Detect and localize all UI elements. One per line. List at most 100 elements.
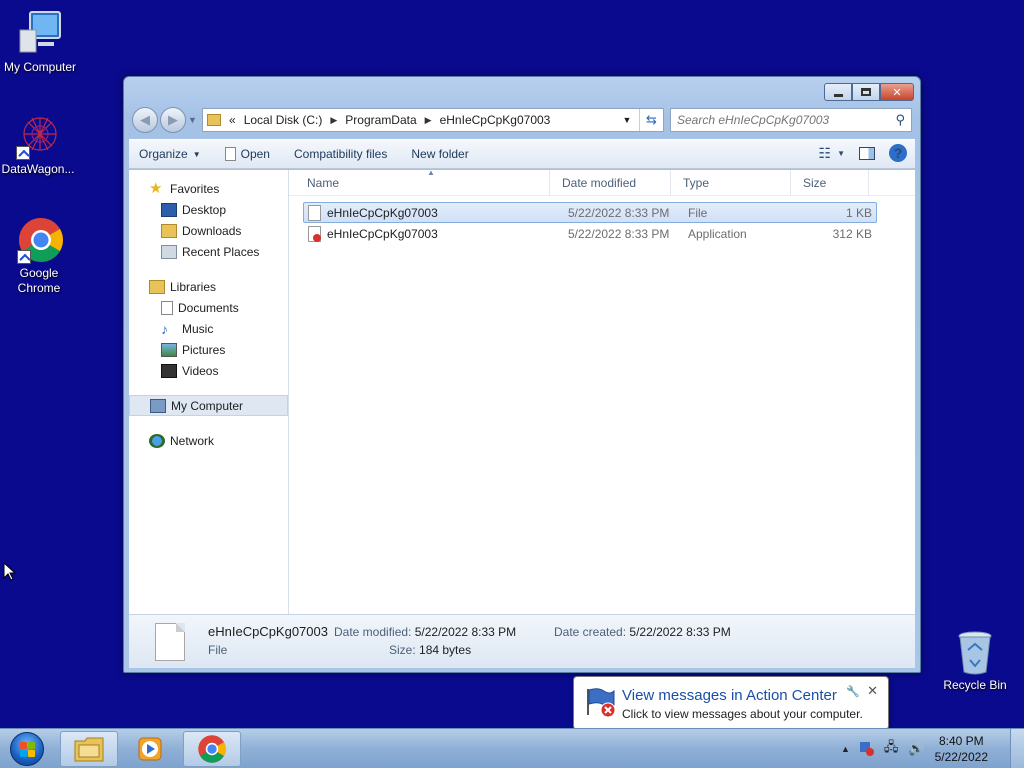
notification-close-button[interactable]: ✕ <box>867 683 878 699</box>
videos-icon <box>161 363 177 378</box>
nav-downloads[interactable]: Downloads <box>129 220 288 241</box>
chevron-down-icon: ▼ <box>188 115 197 125</box>
column-date-modified[interactable]: Date modified <box>550 169 671 196</box>
details-pane: eHnIeCpCpKg07003 File Date modified: 5/2… <box>129 614 915 668</box>
chrome-icon <box>198 735 226 763</box>
search-input[interactable] <box>677 113 896 127</box>
forward-arrow-icon: ▶ <box>168 112 178 127</box>
nav-label: Desktop <box>182 202 227 217</box>
desktop-icon-label: DataWagon... <box>1 162 75 176</box>
column-type[interactable]: Type <box>671 169 791 196</box>
file-name-cell: eHnIeCpCpKg07003 <box>304 225 564 242</box>
windows-logo-icon <box>10 732 44 766</box>
file-size: 1 KB <box>845 205 872 220</box>
help-icon[interactable]: ? <box>889 144 907 162</box>
file-name: eHnIeCpCpKg07003 <box>327 226 438 241</box>
nav-favorites[interactable]: ★ Favorites <box>129 178 288 199</box>
nav-label: Favorites <box>170 181 220 196</box>
open-label: Open <box>240 147 270 161</box>
notification-title[interactable]: View messages in Action Center <box>622 687 837 704</box>
start-button[interactable] <box>4 730 50 768</box>
nav-label: Libraries <box>170 279 217 294</box>
search-box[interactable]: ⚲ <box>670 108 912 132</box>
nav-my-computer[interactable]: My Computer <box>129 395 288 416</box>
address-dropdown-button[interactable]: ▼ <box>619 109 635 131</box>
desktop-icon-my-computer[interactable]: My Computer <box>0 10 80 75</box>
column-size[interactable]: Size <box>791 169 869 196</box>
breadcrumb-overflow[interactable]: « <box>229 113 236 127</box>
mouse-cursor-icon <box>3 562 17 581</box>
clock-date: 5/22/2022 <box>934 750 988 764</box>
network-icon[interactable]: 🖧 <box>884 738 899 760</box>
libraries-group: Libraries Documents ♪ Music Pictures Vid… <box>129 276 288 381</box>
maximize-button[interactable] <box>852 83 880 101</box>
computer-group: My Computer <box>129 395 288 416</box>
nav-music[interactable]: ♪ Music <box>129 318 288 339</box>
minimize-button[interactable] <box>824 83 852 101</box>
organize-button[interactable]: Organize ▼ <box>139 147 201 161</box>
show-desktop-button[interactable] <box>1010 729 1024 768</box>
nav-documents[interactable]: Documents <box>129 297 288 318</box>
nav-recent-places[interactable]: Recent Places <box>129 241 288 262</box>
shortcut-arrow-icon <box>17 250 31 264</box>
computer-icon <box>150 398 166 413</box>
organize-label: Organize <box>139 147 188 161</box>
taskbar-explorer[interactable] <box>60 731 118 767</box>
breadcrumb-programdata[interactable]: ProgramData <box>345 113 416 127</box>
forward-button[interactable]: ▶ <box>160 107 186 133</box>
compatibility-files-button[interactable]: Compatibility files <box>294 147 387 161</box>
taskbar-chrome[interactable] <box>183 731 241 767</box>
documents-icon <box>161 300 173 315</box>
chrome-icon <box>15 216 63 264</box>
desktop-icon-recycle-bin[interactable]: Recycle Bin <box>935 630 1015 693</box>
desktop-icon-label: Recycle Bin <box>943 678 1007 692</box>
nav-pictures[interactable]: Pictures <box>129 339 288 360</box>
back-button[interactable]: ◀ <box>132 107 158 133</box>
recent-pages-dropdown[interactable]: ▼ <box>188 115 198 125</box>
details-label: Date modified: <box>334 625 412 639</box>
taskbar-media-player[interactable] <box>121 731 179 767</box>
column-name[interactable]: Name <box>289 169 550 196</box>
nav-videos[interactable]: Videos <box>129 360 288 381</box>
details-date-created: Date created: 5/22/2022 8:33 PM <box>554 625 731 639</box>
close-icon: ✕ <box>892 86 902 99</box>
file-row[interactable]: eHnIeCpCpKg07003 5/22/2022 8:33 PM Appli… <box>303 223 877 244</box>
file-list-pane: ▲ Name Date modified Type Size eHnIeCpCp… <box>289 168 915 614</box>
show-hidden-icons-button[interactable]: ▲ <box>841 744 850 754</box>
computer-icon <box>16 10 64 58</box>
details-label: Size: <box>389 643 416 657</box>
search-icon[interactable]: ⚲ <box>895 112 905 128</box>
music-icon: ♪ <box>161 320 168 337</box>
preview-pane-icon[interactable] <box>859 146 875 160</box>
nav-desktop[interactable]: Desktop <box>129 199 288 220</box>
clock[interactable]: 8:40 PM 5/22/2022 <box>935 733 988 765</box>
view-options-icon[interactable]: ☷ <box>819 145 832 162</box>
address-bar[interactable]: « Local Disk (C:) ▶ ProgramData ▶ eHnIeC… <box>202 108 664 132</box>
taskbar: ▲ 🖧 🔊 8:40 PM 5/22/2022 <box>0 728 1024 768</box>
details-value: 184 bytes <box>419 643 472 657</box>
desktop-icon-label: Google Chrome <box>17 266 61 295</box>
file-row[interactable]: eHnIeCpCpKg07003 5/22/2022 8:33 PM File … <box>303 202 877 223</box>
breadcrumb-current-folder[interactable]: eHnIeCpCpKg07003 <box>440 113 551 127</box>
breadcrumb-separator-icon[interactable]: ▶ <box>425 115 432 126</box>
wrench-icon[interactable]: 🔧 <box>846 685 860 698</box>
chevron-down-icon: ▼ <box>192 149 201 159</box>
volume-icon[interactable]: 🔊 <box>908 741 924 757</box>
open-button[interactable]: Open <box>224 147 270 161</box>
action-center-notification[interactable]: View messages in Action Center Click to … <box>573 676 889 739</box>
close-button[interactable]: ✕ <box>880 83 914 101</box>
refresh-icon: ⇆ <box>646 112 657 127</box>
new-folder-button[interactable]: New folder <box>411 147 468 161</box>
nav-libraries[interactable]: Libraries <box>129 276 288 297</box>
chevron-down-icon[interactable]: ▼ <box>837 149 845 158</box>
breadcrumb-separator-icon[interactable]: ▶ <box>330 115 337 126</box>
desktop-icon-datawagon[interactable]: DataWagon... <box>0 112 78 177</box>
nav-network[interactable]: Network <box>129 430 288 451</box>
breadcrumb-local-disk[interactable]: Local Disk (C:) <box>244 113 323 127</box>
action-center-flag-icon[interactable] <box>859 742 874 756</box>
chevron-down-icon: ▼ <box>622 115 632 125</box>
refresh-button[interactable]: ⇆ <box>639 109 663 131</box>
desktop-icon-google-chrome[interactable]: Google Chrome <box>0 216 80 296</box>
favorites-group: ★ Favorites Desktop Downloads Recent Pla… <box>129 178 288 262</box>
desktop-icon-label: My Computer <box>3 60 77 74</box>
